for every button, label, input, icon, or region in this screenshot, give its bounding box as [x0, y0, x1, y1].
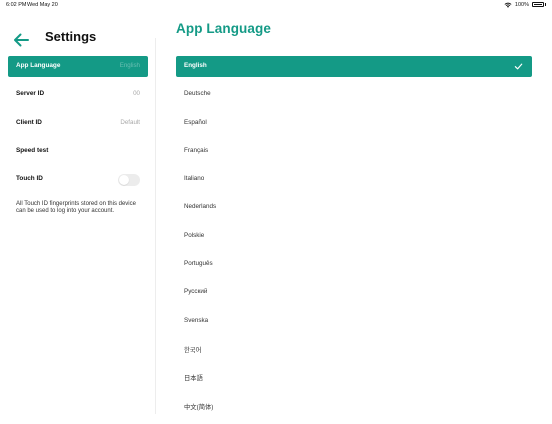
battery-nub: [545, 3, 546, 6]
language-option-korean[interactable]: 한국어: [176, 339, 532, 360]
language-option-chinese-simplified[interactable]: 中文(简体): [176, 396, 532, 417]
language-option-japanese[interactable]: 日本語: [176, 367, 532, 388]
toggle-knob: [119, 174, 129, 185]
back-button[interactable]: [12, 32, 30, 48]
settings-item-client-id[interactable]: Client ID Default: [8, 113, 148, 134]
language-option-nederlands[interactable]: Nederlands: [176, 197, 532, 218]
settings-item-value: 00: [133, 90, 140, 98]
language-option-espanol[interactable]: Español: [176, 113, 532, 134]
language-option-english[interactable]: English: [176, 56, 532, 77]
settings-pane: Settings App Language English Server ID …: [0, 10, 156, 414]
language-option-label: Svenska: [184, 316, 209, 324]
status-right: 100%: [504, 2, 546, 8]
status-date: Wed May 20: [27, 2, 58, 8]
checkmark-icon: [514, 63, 523, 70]
settings-item-label: Client ID: [16, 118, 42, 126]
battery-percent: 100%: [514, 1, 529, 8]
settings-item-speed-test[interactable]: Speed test: [8, 141, 148, 162]
language-option-label: Deutsche: [184, 90, 211, 98]
settings-item-label: Speed test: [16, 146, 49, 154]
language-option-label: Italiano: [184, 175, 205, 183]
language-title: App Language: [176, 21, 271, 36]
settings-item-touch-id: Touch ID: [8, 169, 148, 190]
wifi-icon: [504, 2, 512, 8]
settings-item-value: Default: [120, 118, 140, 126]
settings-list: App Language English Server ID 00 Client…: [8, 56, 148, 197]
language-option-label: Русский: [184, 288, 208, 296]
language-option-deutsche[interactable]: Deutsche: [176, 84, 532, 105]
status-time: 6:02 PM: [6, 2, 27, 8]
settings-item-server-id[interactable]: Server ID 00: [8, 84, 148, 105]
touch-id-note: All Touch ID fingerprints stored on this…: [16, 201, 136, 214]
settings-item-value: English: [119, 62, 140, 69]
language-option-label: Español: [184, 118, 207, 126]
touch-id-toggle[interactable]: [118, 173, 140, 186]
settings-item-label: Server ID: [16, 90, 45, 98]
status-bar: 6:02 PM Wed May 20 100%: [0, 0, 552, 10]
language-option-polskie[interactable]: Polskie: [176, 226, 532, 247]
language-pane: App Language English Deutsche Español Fr…: [156, 10, 552, 414]
language-option-svenska[interactable]: Svenska: [176, 311, 532, 332]
language-option-label: Polskie: [184, 231, 205, 239]
language-option-label: Nederlands: [184, 203, 217, 211]
language-option-label: Français: [184, 146, 209, 154]
language-option-label: 日本語: [184, 375, 203, 383]
language-option-russian[interactable]: Русский: [176, 282, 532, 303]
settings-title: Settings: [45, 29, 97, 44]
language-list: English Deutsche Español Français Italia…: [176, 56, 532, 424]
arrow-left-icon: [14, 33, 29, 47]
language-option-francais[interactable]: Français: [176, 141, 532, 162]
language-option-label: English: [184, 62, 207, 69]
battery-icon: [532, 2, 544, 7]
language-option-label: Português: [184, 260, 213, 268]
language-option-portugues[interactable]: Português: [176, 254, 532, 275]
language-option-label: 한국어: [184, 346, 202, 354]
language-option-label: 中文(简体): [184, 403, 214, 411]
language-option-italiano[interactable]: Italiano: [176, 169, 532, 190]
settings-item-app-language[interactable]: App Language English: [8, 56, 148, 77]
settings-item-label: App Language: [16, 62, 61, 69]
settings-item-label: Touch ID: [16, 175, 43, 183]
